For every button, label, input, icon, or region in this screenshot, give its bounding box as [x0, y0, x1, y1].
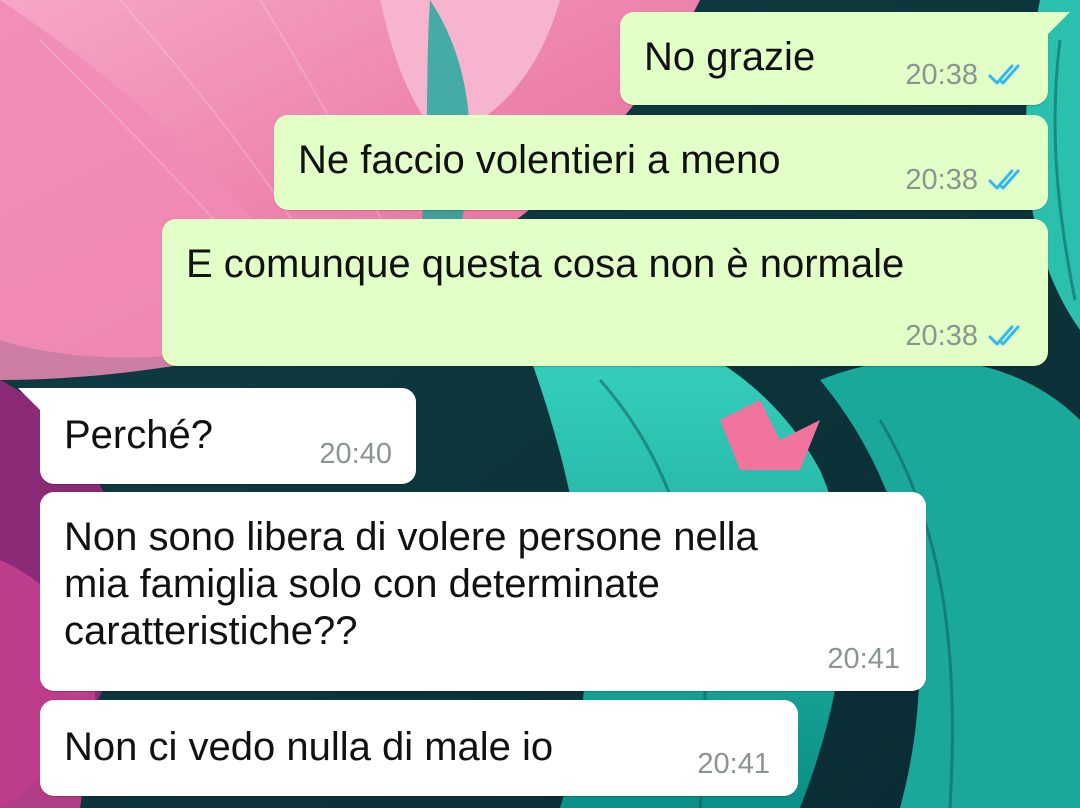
message-bubble-incoming[interactable]: Perché? 20:40	[18, 388, 416, 484]
message-time: 20:41	[697, 748, 770, 780]
message-text: No grazie	[644, 35, 816, 79]
read-receipt-icon	[988, 325, 1020, 346]
message-bubble-outgoing[interactable]: Ne faccio volentieri a meno 20:38	[274, 115, 1048, 210]
message-bubble-incoming[interactable]: Non ci vedo nulla di male io 20:41	[40, 700, 798, 796]
message-bubble-incoming[interactable]: Non sono libera di volere persone nella …	[40, 492, 926, 691]
message-time: 20:40	[319, 438, 392, 470]
message-time: 20:38	[905, 320, 978, 352]
message-text: Ne faccio volentieri a meno	[298, 138, 781, 182]
message-text: Non ci vedo nulla di male io	[64, 725, 554, 769]
message-time: 20:38	[905, 59, 978, 91]
message-text: Perché?	[64, 413, 213, 457]
message-line: Non sono libera di volere persone nella	[64, 515, 758, 559]
message-text: E comunque questa cosa non è normale	[186, 242, 905, 286]
read-receipt-icon	[988, 169, 1020, 190]
bubble-tail	[18, 388, 46, 416]
bubble-tail	[1042, 12, 1070, 40]
message-line: mia famiglia solo con determinate	[64, 562, 660, 606]
message-time: 20:41	[827, 643, 900, 675]
read-receipt-icon	[988, 64, 1020, 85]
message-bubble-outgoing[interactable]: E comunque questa cosa non è normale 20:…	[162, 219, 1048, 366]
message-line: caratteristiche??	[64, 609, 358, 653]
message-time: 20:38	[905, 164, 978, 196]
message-bubble-outgoing[interactable]: No grazie 20:38	[620, 12, 1070, 105]
message-text: Non sono libera di volere persone nella …	[64, 514, 758, 655]
